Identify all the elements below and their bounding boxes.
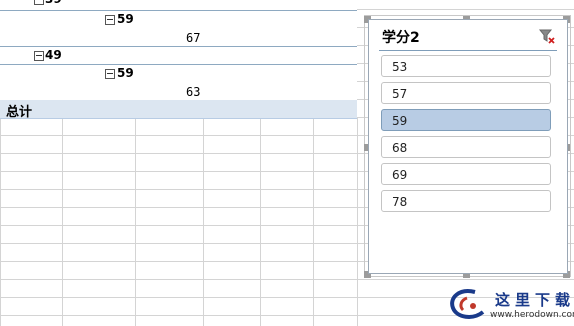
- cell-value: 63: [186, 85, 201, 99]
- grand-total-row[interactable]: 总计: [0, 100, 357, 120]
- slicer-item-selected[interactable]: 59: [381, 109, 551, 131]
- row-separator: [0, 46, 357, 65]
- slicer-item[interactable]: 69: [381, 163, 551, 185]
- slicer-item[interactable]: 78: [381, 190, 551, 212]
- slicer-item-label: 69: [392, 168, 408, 182]
- watermark-text: 这里下载: [495, 291, 574, 309]
- slicer[interactable]: 学分2 53 57 59 68 69 78: [368, 19, 568, 274]
- grand-total-label: 总计: [6, 105, 33, 120]
- watermark: 这里下载 www.herodown.com: [445, 288, 574, 324]
- collapse-icon[interactable]: [105, 69, 115, 79]
- column-gridline: [203, 118, 204, 326]
- column-gridline: [313, 118, 314, 326]
- pivot-row[interactable]: 59: [0, 11, 357, 29]
- slicer-item[interactable]: 57: [381, 82, 551, 104]
- slicer-item-label: 59: [392, 114, 408, 128]
- row-label: 59: [117, 12, 134, 26]
- column-gridline: [135, 118, 136, 326]
- slicer-item-label: 57: [392, 87, 408, 101]
- row-separator: [0, 0, 357, 11]
- clear-filter-icon[interactable]: [537, 28, 557, 46]
- row-label: 59: [117, 66, 134, 80]
- slicer-item[interactable]: 68: [381, 136, 551, 158]
- column-gridline: [357, 118, 358, 326]
- row-separator: [0, 28, 357, 47]
- slicer-item-label: 53: [392, 60, 408, 74]
- watermark-logo-icon: [450, 289, 485, 319]
- slicer-item-label: 68: [392, 141, 408, 155]
- slicer-item[interactable]: 53: [381, 55, 551, 77]
- column-gridline: [62, 118, 63, 326]
- slicer-title: 学分2: [382, 30, 420, 46]
- slicer-item-label: 78: [392, 195, 408, 209]
- collapse-icon[interactable]: [105, 15, 115, 25]
- watermark-url: www.herodown.com: [490, 310, 574, 320]
- column-gridline: [260, 118, 261, 326]
- pivot-row[interactable]: 59: [0, 65, 357, 83]
- pivot-table: 39 59 67 49 59 63 总计: [0, 0, 357, 120]
- slicer-header: 学分2: [379, 26, 557, 51]
